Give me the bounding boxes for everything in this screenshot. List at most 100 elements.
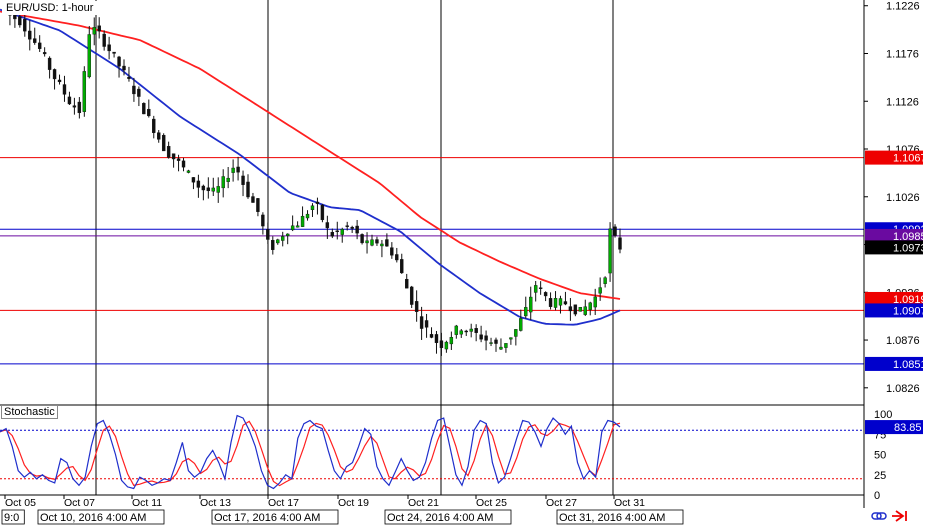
candle-body: [52, 69, 57, 80]
candle-body: [112, 51, 116, 54]
candle-body: [77, 101, 82, 114]
candle-body: [57, 79, 62, 83]
candle-body: [390, 247, 394, 256]
price-tick-label: 1.1026: [886, 192, 920, 204]
candle-body: [152, 118, 156, 133]
candle-body: [201, 185, 206, 191]
candle-body: [573, 304, 578, 315]
chart-canvas[interactable]: 1.12261.11761.11261.10761.10261.09761.09…: [0, 0, 925, 525]
candle-body: [276, 239, 280, 244]
candle-body: [365, 240, 369, 244]
candle-body: [385, 239, 389, 247]
candle-body: [186, 170, 191, 173]
date-tick-label: Oct 19: [338, 497, 369, 509]
candle-body: [37, 42, 42, 49]
candle-body: [340, 229, 344, 235]
date-tick-label: Oct 31: [614, 497, 645, 509]
candle-body: [524, 307, 528, 317]
stochastic-tick-label: 100: [874, 409, 892, 421]
candle-body: [191, 177, 196, 183]
candle-body: [221, 176, 225, 189]
stochastic-value-label: 83.85: [894, 422, 922, 434]
stochastic-tick-label: 50: [874, 450, 886, 462]
price-tick-label: 1.1176: [886, 48, 919, 60]
date-tick-label: Oct 21: [408, 497, 439, 509]
candle-body: [558, 298, 563, 306]
price-tick-label: 1.1126: [886, 96, 919, 108]
candle-body: [72, 105, 77, 108]
candle-body: [345, 225, 349, 227]
link-icon[interactable]: [871, 512, 887, 520]
stochastic-tick-label: 25: [874, 470, 886, 482]
date-tick-label: Oct 13: [200, 497, 231, 509]
candle-body: [469, 328, 473, 332]
candle-body: [474, 328, 478, 333]
candle-body: [593, 296, 597, 308]
stochastic-tick-label: 0: [874, 490, 880, 502]
candle-body: [380, 243, 384, 247]
candle-body: [216, 186, 220, 193]
candle-body: [449, 337, 454, 345]
candle-body: [400, 259, 404, 274]
date-tick-label: Oct 11: [132, 497, 162, 509]
candle-body: [603, 277, 607, 284]
candle-body: [127, 76, 131, 79]
price-label-4: 1.0973: [893, 242, 925, 254]
candle-body: [251, 196, 255, 203]
period-label: Oct 24, 2016 4:00 AM: [387, 512, 493, 524]
candle-body: [320, 204, 325, 221]
candle-body: [271, 240, 275, 250]
candle-body: [196, 180, 201, 188]
candle-body: [62, 84, 67, 95]
candle-body: [285, 233, 290, 236]
candle-body: [434, 334, 439, 344]
candle-body: [92, 27, 96, 35]
candle-body: [504, 343, 508, 348]
candle-body: [553, 298, 558, 308]
candle-body: [256, 198, 260, 212]
candle-body: [231, 167, 235, 173]
candle-body: [206, 187, 211, 192]
candle-body: [122, 65, 126, 71]
candle-body: [563, 301, 568, 305]
candle-body: [171, 153, 176, 160]
candle-body: [529, 296, 533, 313]
candle-body: [18, 16, 22, 26]
candle-body: [107, 44, 111, 52]
candle-body: [147, 108, 151, 117]
candle-body: [405, 278, 409, 289]
exit-arrow-icon[interactable]: [892, 510, 907, 522]
candle-body: [598, 287, 602, 294]
footer-toolbar: [870, 508, 920, 524]
date-tick-label: Oct 27: [546, 497, 577, 509]
candle-body: [261, 214, 265, 227]
candle-body: [117, 56, 121, 67]
candle-body: [464, 330, 468, 333]
candle-body: [568, 306, 573, 312]
price-label-7: 1.0851: [893, 359, 925, 371]
candle-body: [409, 286, 414, 305]
price-label-1: 1.1067: [893, 153, 925, 165]
candle-body: [519, 318, 523, 331]
candle-body: [325, 222, 330, 229]
candle-body: [514, 329, 518, 337]
candle-body: [419, 316, 424, 329]
candle-body: [142, 103, 146, 115]
candle-body: [42, 52, 47, 55]
candle-body: [236, 166, 240, 173]
candle-body: [350, 226, 354, 229]
candle-body: [67, 96, 72, 105]
candle-body: [226, 177, 230, 182]
candle-body: [87, 34, 91, 78]
period-label: Oct 31, 2016 4:00 AM: [559, 512, 665, 524]
price-tick-label: 1.0826: [886, 383, 920, 395]
chart-background: [0, 0, 925, 525]
candle-body: [13, 14, 17, 20]
candle-body: [290, 225, 295, 231]
candle-body: [583, 306, 587, 315]
candle-body: [543, 292, 548, 297]
candle-body: [459, 330, 463, 335]
candle-body: [578, 307, 583, 312]
price-label-6: 1.0907: [893, 305, 925, 317]
candle-body: [479, 334, 483, 340]
